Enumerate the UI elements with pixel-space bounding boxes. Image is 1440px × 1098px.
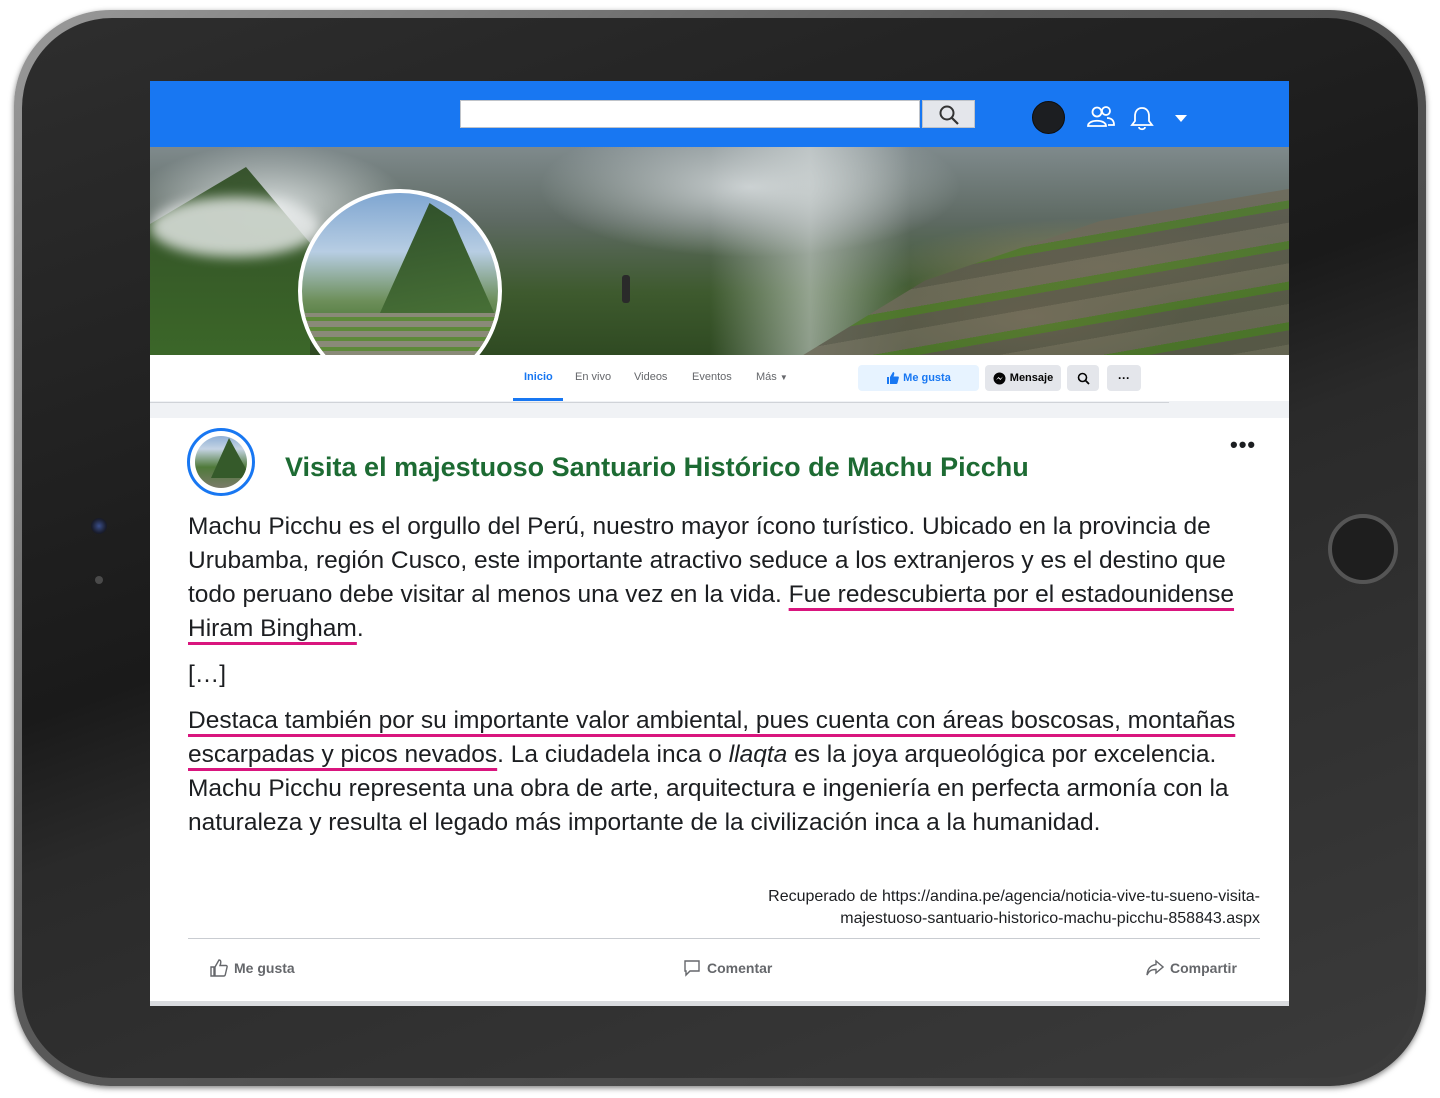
cover-hill <box>150 167 310 355</box>
search-icon <box>939 105 959 125</box>
post-avatar-image <box>195 436 247 488</box>
like-page-button[interactable]: Me gusta <box>858 365 979 391</box>
like-label: Me gusta <box>234 960 295 976</box>
caret-down-icon[interactable] <box>1174 114 1188 124</box>
like-button[interactable]: Me gusta <box>210 959 295 977</box>
post-paragraph-1: Machu Picchu es el orgullo del Perú, nue… <box>188 510 1268 646</box>
more-options-button[interactable]: ··· <box>1107 365 1141 391</box>
active-tab-indicator <box>513 398 563 401</box>
tab-mas-label: Más <box>756 371 777 383</box>
page-search-button[interactable] <box>1067 365 1099 391</box>
tab-inicio[interactable]: Inicio <box>524 371 553 383</box>
tab-en-vivo[interactable]: En vivo <box>575 371 611 383</box>
share-button[interactable]: Compartir <box>1146 959 1237 977</box>
post-body: Machu Picchu es el orgullo del Perú, nue… <box>188 510 1268 852</box>
post-title: Visita el majestuoso Santuario Histórico… <box>285 452 1029 482</box>
share-label: Compartir <box>1170 960 1237 976</box>
page-nav: Inicio En vivo Videos Eventos Más ▼ Me g… <box>150 355 1289 403</box>
post-paragraph-2: Destaca también por su importante valor … <box>188 704 1268 840</box>
comment-button[interactable]: Comentar <box>683 959 772 977</box>
bottom-separator <box>150 1001 1289 1006</box>
home-button[interactable] <box>1328 514 1398 584</box>
tab-videos[interactable]: Videos <box>634 371 667 383</box>
bell-icon[interactable] <box>1130 105 1154 131</box>
thumbs-up-icon <box>210 959 228 977</box>
camera-icon <box>91 518 107 534</box>
messenger-icon <box>993 372 1006 384</box>
source-citation: Recuperado de https://andina.pe/agencia/… <box>768 886 1260 930</box>
tab-mas[interactable]: Más ▼ <box>756 371 788 383</box>
thumbs-up-icon <box>887 372 900 384</box>
p2-text-b: . La ciudadela inca o <box>497 741 729 768</box>
source-line-2: majestuoso-santuario-historico-machu-pic… <box>840 910 1260 927</box>
post-ellipsis: […] <box>188 661 227 688</box>
search-input[interactable] <box>460 100 920 128</box>
search-button[interactable] <box>922 100 975 128</box>
search-icon <box>1077 372 1090 385</box>
cover-hiker <box>622 275 630 303</box>
message-button[interactable]: Mensaje <box>985 365 1061 391</box>
chevron-down-icon: ▼ <box>779 373 788 382</box>
post-options-icon[interactable]: ••• <box>1230 432 1256 458</box>
comment-icon <box>684 960 700 977</box>
screen: Inicio En vivo Videos Eventos Más ▼ Me g… <box>150 81 1289 1006</box>
avatar[interactable] <box>1032 101 1065 134</box>
comment-label: Comentar <box>707 960 773 976</box>
top-bar <box>150 81 1289 147</box>
post-divider <box>188 938 1260 939</box>
post-card: Visita el majestuoso Santuario Histórico… <box>150 418 1289 1006</box>
like-page-label: Me gusta <box>903 372 951 384</box>
tab-eventos[interactable]: Eventos <box>692 371 732 383</box>
nav-divider <box>150 402 1169 403</box>
friends-icon[interactable] <box>1086 105 1116 129</box>
sensor-dot <box>95 576 103 584</box>
p2-italic: llaqta <box>728 741 788 768</box>
source-line-1: Recuperado de https://andina.pe/agencia/… <box>768 888 1260 905</box>
cover-cloud <box>150 197 320 257</box>
post-avatar[interactable] <box>187 428 255 496</box>
share-icon <box>1146 959 1164 976</box>
post-avatar-peak <box>211 438 247 478</box>
message-label: Mensaje <box>1009 372 1054 384</box>
p1-end: . <box>356 615 364 642</box>
